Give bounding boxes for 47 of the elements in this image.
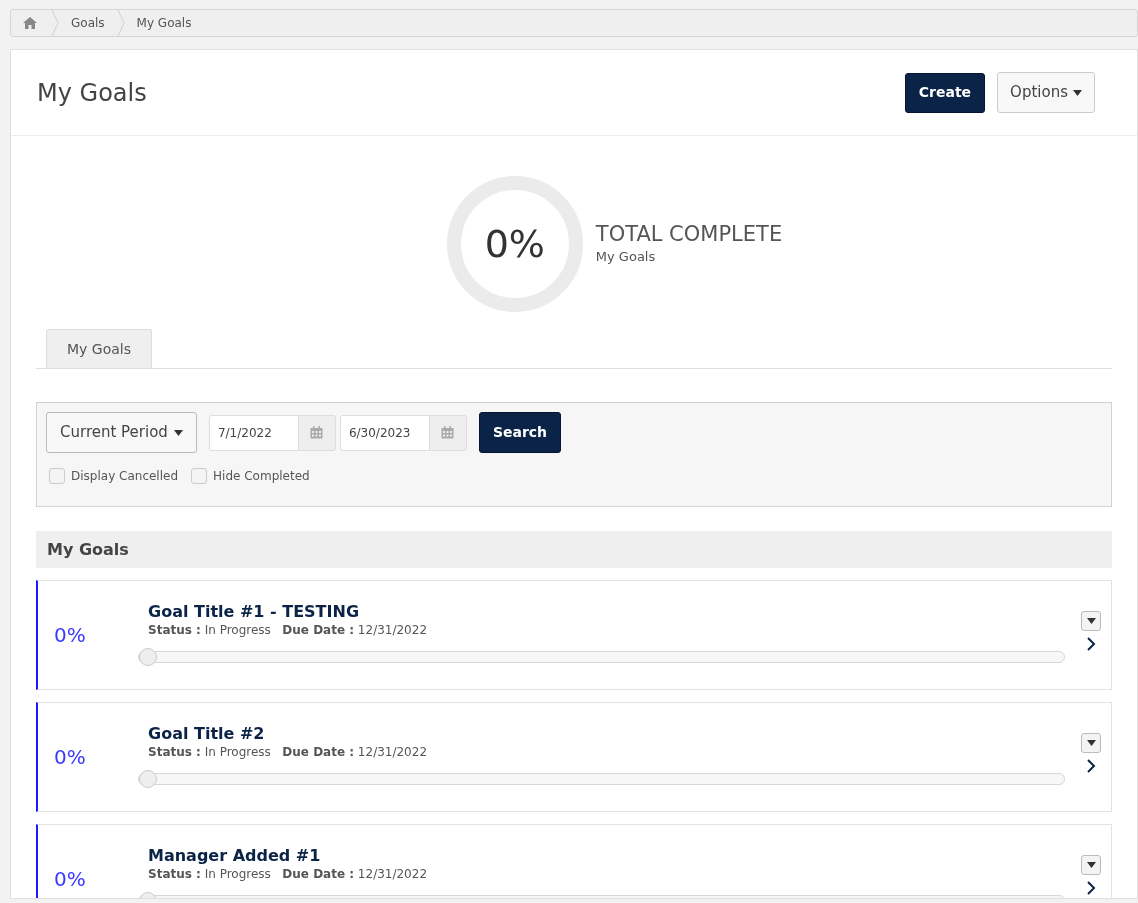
- caret-icon: [1086, 740, 1096, 746]
- period-dropdown[interactable]: Current Period: [46, 412, 197, 453]
- checkbox-label: Display Cancelled: [71, 468, 179, 485]
- home-icon[interactable]: [23, 17, 37, 29]
- progress-slider[interactable]: [138, 651, 1065, 663]
- goal-meta: Status : In Progress Due Date : 12/31/2022: [148, 622, 429, 638]
- menu-dropdown-button[interactable]: [1081, 733, 1101, 753]
- goal-title: Manager Added #1: [148, 846, 322, 866]
- chevron-right-icon[interactable]: [1086, 636, 1096, 652]
- create-button[interactable]: Create: [904, 72, 986, 113]
- menu-dropdown-button[interactable]: [1081, 855, 1101, 875]
- search-button[interactable]: Search: [478, 412, 562, 453]
- chevron-right-icon[interactable]: [1086, 758, 1096, 774]
- calendar-icon: [310, 426, 324, 439]
- goal-title: Goal Title #1 - TESTING: [148, 602, 360, 622]
- total-percent: 0%: [484, 220, 545, 268]
- slider-thumb[interactable]: [139, 770, 157, 788]
- date-field[interactable]: 7/1/2022: [208, 414, 299, 451]
- goal-percent: 0%: [54, 866, 86, 893]
- caret-icon: [1086, 862, 1096, 868]
- calendar-button[interactable]: [429, 414, 467, 451]
- summary-heading: TOTAL COMPLETE: [595, 221, 783, 247]
- checkbox[interactable]: [49, 468, 65, 484]
- goal-meta: Status : In Progress Due Date : 12/31/2022: [148, 744, 429, 760]
- checkbox[interactable]: [191, 468, 208, 484]
- caret-icon: [1086, 618, 1096, 624]
- breadcrumb-link[interactable]: Goals: [71, 14, 105, 32]
- caret-icon: [1073, 89, 1082, 96]
- caret-icon: [173, 429, 183, 436]
- calendar-button[interactable]: [298, 414, 336, 451]
- checkbox-label: Hide Completed: [213, 468, 310, 485]
- goal-meta: Status : In Progress Due Date : 12/31/2022: [148, 866, 429, 882]
- summary-subtitle: My Goals: [595, 248, 657, 266]
- goal-percent: 0%: [54, 744, 86, 771]
- goal-title: Goal Title #2: [148, 724, 266, 744]
- calendar-icon: [441, 426, 455, 439]
- section-title: My Goals: [47, 538, 129, 561]
- page-title: My Goals: [37, 77, 148, 109]
- progress-slider[interactable]: [138, 773, 1065, 785]
- slider-thumb[interactable]: [139, 648, 157, 666]
- chevron-right-icon[interactable]: [1086, 880, 1096, 896]
- date-field[interactable]: 6/30/2023: [339, 414, 430, 451]
- options-button[interactable]: Options: [997, 72, 1095, 113]
- tab[interactable]: My Goals: [46, 329, 152, 368]
- goal-percent: 0%: [54, 622, 86, 649]
- menu-dropdown-button[interactable]: [1081, 611, 1101, 631]
- breadcrumb-link[interactable]: My Goals: [136, 14, 192, 32]
